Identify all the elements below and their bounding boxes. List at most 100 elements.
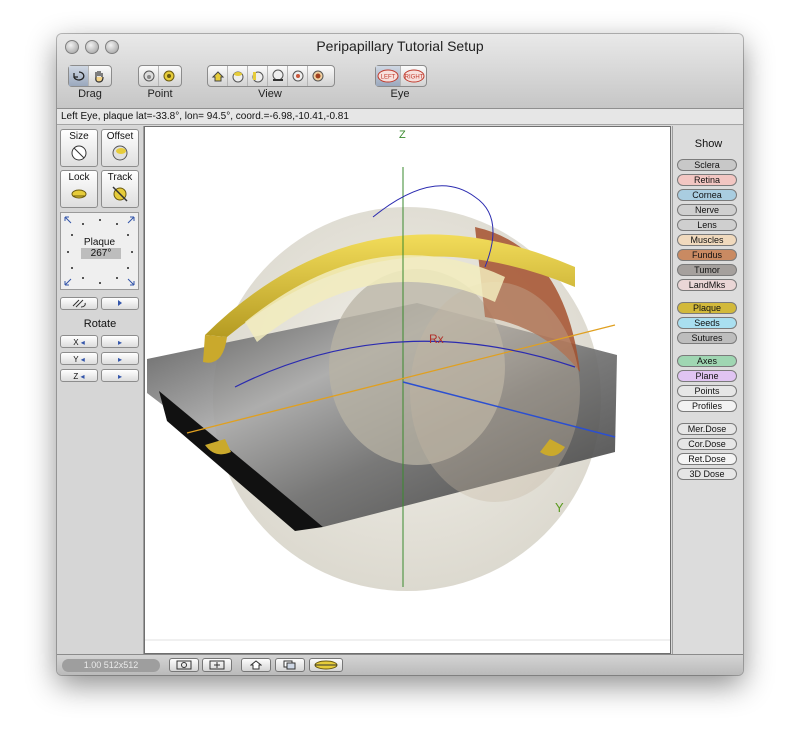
zoom-out-button[interactable] — [169, 658, 199, 672]
show-cornea-button[interactable]: Cornea — [677, 189, 737, 201]
side-view-button[interactable] — [248, 66, 268, 86]
eye-model-render: Rx Y Z — [145, 129, 670, 641]
show-lens-button[interactable]: Lens — [677, 219, 737, 231]
arrow-se-icon — [127, 278, 135, 286]
rotate-x-minus-button[interactable]: X ◂ — [60, 335, 98, 348]
front-view-button[interactable] — [288, 66, 308, 86]
zoom-out-icon — [176, 660, 192, 670]
arrow-nw-icon — [64, 216, 72, 224]
spin-cw-button[interactable] — [101, 297, 139, 310]
triangle-left-icon: ◂ — [80, 355, 85, 364]
window-title: Peripapillary Tutorial Setup — [316, 38, 484, 54]
right-eye-icon: RIGHT — [403, 69, 424, 83]
snapshot-icon — [283, 660, 296, 670]
rotate-y-plus-button[interactable]: ▸ — [101, 352, 139, 365]
rotate-x-plus-button[interactable]: ▸ — [101, 335, 139, 348]
home-icon — [250, 660, 262, 670]
plaque-view-button[interactable] — [309, 658, 343, 672]
zoom-indicator: 1.00 512x512 — [62, 659, 160, 672]
show-seeds-button[interactable]: Seeds — [677, 317, 737, 329]
show-3d-dose-button[interactable]: 3D Dose — [677, 468, 737, 480]
bottom-view-icon — [272, 69, 283, 81]
offset-button[interactable]: Offset — [101, 129, 139, 167]
show-landmks-button[interactable]: LandMks — [677, 279, 737, 291]
offset-icon — [112, 145, 128, 161]
show-nerve-button[interactable]: Nerve — [677, 204, 737, 216]
eye-sphere-icon — [143, 70, 154, 82]
y-axis-label: Y — [555, 500, 564, 515]
show-axes-button[interactable]: Axes — [677, 355, 737, 367]
arrow-ne-icon — [127, 216, 135, 224]
lock-icon — [71, 189, 87, 199]
hand-drag-button[interactable] — [89, 66, 109, 86]
lock-button[interactable]: Lock — [60, 170, 98, 208]
hand-icon — [95, 71, 104, 83]
plaque-dial[interactable]: Plaque 267° — [60, 212, 139, 290]
rotate-icon — [72, 71, 84, 81]
show-panel: Show Sclera Retina Cornea Nerve Lens Muscles F… — [672, 126, 743, 654]
point-label: Point — [147, 88, 173, 100]
triangle-right-icon: ▸ — [117, 355, 122, 364]
triangle-right-icon: ▸ — [117, 372, 122, 381]
size-button[interactable]: Size — [60, 129, 98, 167]
dial-value: 267° — [81, 248, 121, 259]
show-points-button[interactable]: Points — [677, 385, 737, 397]
rotate-z-minus-button[interactable]: Z ◂ — [60, 369, 98, 382]
top-view-icon — [232, 71, 243, 83]
triangle-left-icon: ◂ — [80, 372, 85, 381]
show-profiles-button[interactable]: Profiles — [677, 400, 737, 412]
track-label: Track — [107, 172, 133, 183]
home-button[interactable] — [241, 658, 271, 672]
lock-label: Lock — [68, 172, 90, 183]
svg-text:RIGHT: RIGHT — [404, 75, 423, 81]
show-cor-dose-button[interactable]: Cor.Dose — [677, 438, 737, 450]
show-retina-button[interactable]: Retina — [677, 174, 737, 186]
triangle-right-icon — [118, 300, 122, 306]
plaque-icon — [314, 660, 338, 670]
show-sclera-button[interactable]: Sclera — [677, 159, 737, 171]
show-mer-dose-button[interactable]: Mer.Dose — [677, 423, 737, 435]
left-eye-button[interactable]: LEFT — [376, 66, 401, 86]
spin-ccw-button[interactable] — [60, 297, 98, 310]
view-label: View — [258, 88, 282, 100]
dial-title: Plaque — [83, 237, 116, 248]
snapshot-button[interactable] — [275, 658, 305, 672]
home-icon — [211, 71, 224, 82]
show-ret-dose-button[interactable]: Ret.Dose — [677, 453, 737, 465]
show-sutures-button[interactable]: Sutures — [677, 332, 737, 344]
show-fundus-button[interactable]: Fundus — [677, 249, 737, 261]
drag-label: Drag — [78, 88, 102, 100]
view-toolbar-group — [207, 65, 335, 87]
show-plaque-button[interactable]: Plaque — [677, 302, 737, 314]
right-eye-button[interactable]: RIGHT — [401, 66, 426, 86]
back-view-button[interactable] — [308, 66, 328, 86]
3d-viewport[interactable]: Rx Y Z — [144, 126, 671, 654]
point-eye-button[interactable] — [139, 66, 159, 86]
bottom-bar: 1.00 512x512 — [57, 654, 743, 675]
eye-toolbar-group: LEFT RIGHT — [375, 65, 427, 87]
zoom-in-button[interactable] — [202, 658, 232, 672]
bottom-view-button[interactable] — [268, 66, 288, 86]
eye-label: Eye — [390, 88, 410, 100]
zoom-in-icon — [209, 660, 225, 670]
size-label: Size — [69, 131, 89, 142]
show-muscles-button[interactable]: Muscles — [677, 234, 737, 246]
rotate-label: Rotate — [83, 318, 117, 330]
front-view-icon — [292, 70, 303, 82]
left-eye-icon: LEFT — [377, 69, 399, 83]
track-button[interactable]: Track — [101, 170, 139, 208]
rotate-z-plus-button[interactable]: ▸ — [101, 369, 139, 382]
size-icon — [71, 145, 87, 161]
rotate-y-minus-button[interactable]: Y ◂ — [60, 352, 98, 365]
top-view-button[interactable] — [228, 66, 248, 86]
left-tool-panel: Size Offset Lock Track Plaque 267° Rotat… — [57, 126, 144, 654]
show-tumor-button[interactable]: Tumor — [677, 264, 737, 276]
point-camera-button[interactable] — [159, 66, 179, 86]
show-plane-button[interactable]: Plane — [677, 370, 737, 382]
track-icon — [112, 186, 128, 202]
spin-icon — [72, 299, 86, 308]
app-window: Peripapillary Tutorial Setup Drag Point — [57, 34, 743, 675]
home-view-button[interactable] — [208, 66, 228, 86]
rotate-drag-button[interactable] — [69, 66, 89, 86]
z-axis-label: Z — [399, 129, 406, 141]
